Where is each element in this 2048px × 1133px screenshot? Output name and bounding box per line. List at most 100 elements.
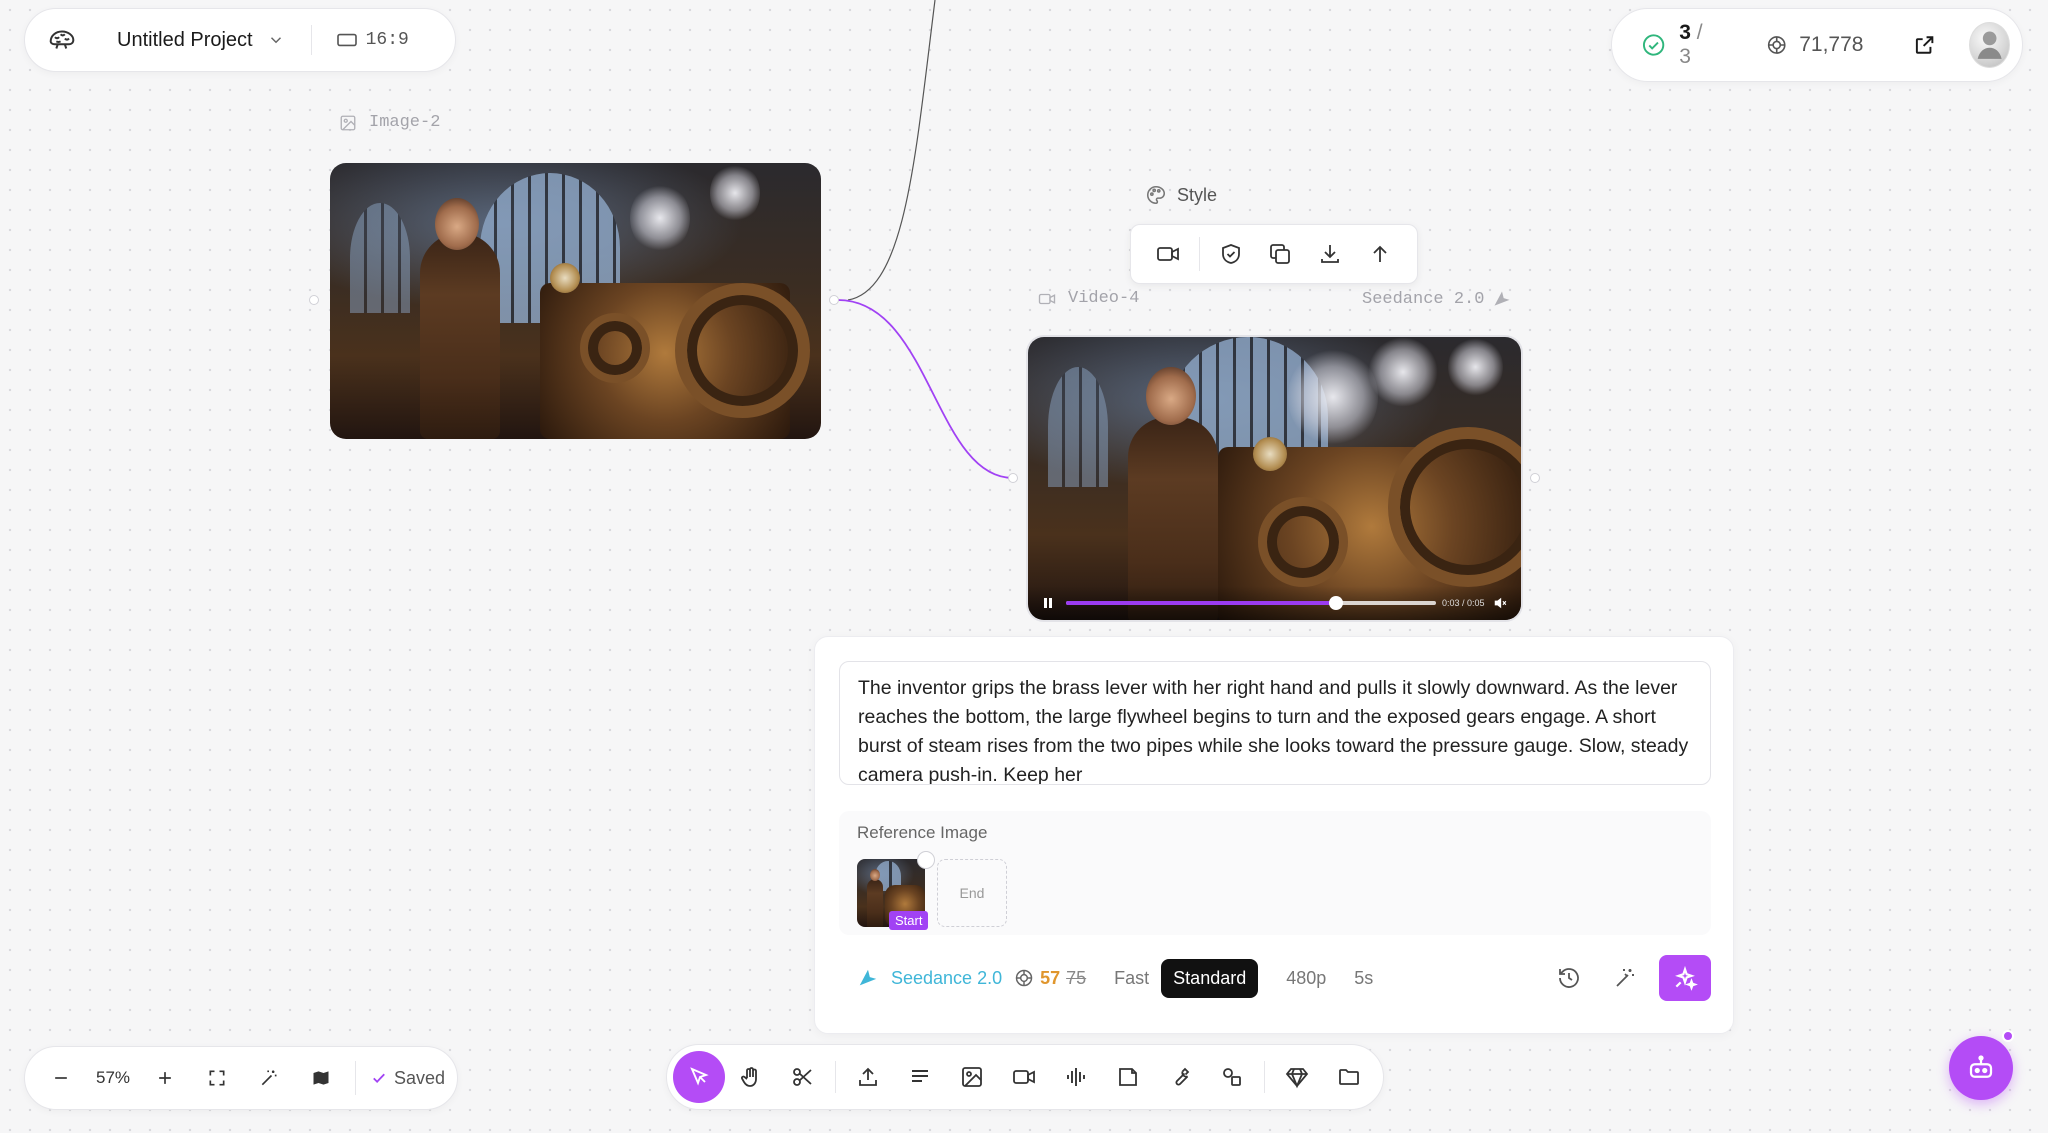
video-icon[interactable] (998, 1051, 1050, 1103)
copy-icon[interactable] (1256, 232, 1306, 276)
project-title[interactable]: Untitled Project (117, 29, 253, 52)
shapes-icon[interactable] (1206, 1051, 1258, 1103)
video-progress-bar[interactable] (1066, 596, 1436, 610)
assistant-button[interactable] (1949, 1036, 2013, 1100)
video-progress-knob[interactable] (1329, 596, 1344, 610)
history-icon[interactable] (1547, 956, 1591, 1000)
divider (1264, 1061, 1265, 1093)
zoom-out-icon[interactable] (35, 1056, 87, 1100)
image-node-thumbnail[interactable] (330, 163, 821, 439)
video-progress-fill (1066, 601, 1337, 605)
start-badge: Start (889, 911, 929, 930)
image-icon (339, 114, 357, 132)
main-toolbar (666, 1044, 1384, 1110)
image-node-label[interactable]: Image-2 (339, 113, 440, 132)
scissors-icon[interactable] (777, 1051, 829, 1103)
mute-icon[interactable] (1493, 596, 1507, 610)
robot-icon (1969, 1055, 1993, 1078)
tasks-total: 3 (1679, 45, 1691, 68)
project-bar: Untitled Project 16:9 (24, 8, 456, 72)
credits-icon (1766, 33, 1787, 57)
seedance-logo-icon (857, 967, 879, 989)
divider (310, 25, 312, 55)
style-label[interactable]: Style (1145, 184, 1217, 206)
wrench-icon[interactable] (1154, 1051, 1206, 1103)
zoom-level[interactable]: 57% (87, 1068, 139, 1088)
magic-wand-icon[interactable] (1603, 956, 1647, 1000)
video-node-player[interactable]: 0:03 / 0:05 (1026, 335, 1523, 622)
model-selector[interactable]: Seedance 2.0 (891, 968, 1002, 989)
brain-logo-icon[interactable] (45, 23, 79, 57)
video-icon[interactable] (1143, 232, 1193, 276)
steampunk-scene-video (1028, 337, 1521, 620)
video-model-name: Seedance 2.0 (1362, 289, 1485, 309)
remove-start-handle[interactable] (917, 851, 935, 869)
video-node-label[interactable]: Video-4 (1038, 289, 1139, 308)
folder-icon[interactable] (1323, 1051, 1375, 1103)
text-icon[interactable] (894, 1051, 946, 1103)
upstream-edge (847, 0, 936, 301)
shield-check-icon[interactable] (1206, 232, 1256, 276)
prompt-text: The inventor grips the brass lever with … (858, 677, 1689, 785)
video-output-port[interactable] (1530, 473, 1540, 483)
end-frame-slot[interactable]: End (937, 859, 1007, 927)
status-bar: 3 / 3 71,778 (1611, 8, 2023, 82)
video-node-model[interactable]: Seedance 2.0 (1362, 289, 1512, 309)
speed-standard-option[interactable]: Standard (1161, 958, 1259, 998)
reference-image-section: Reference Image Start End (839, 811, 1711, 935)
video-input-port[interactable] (1008, 473, 1018, 483)
image-input-port[interactable] (309, 295, 319, 305)
tasks-separator: / (1696, 21, 1703, 44)
connection-edge (837, 299, 1014, 479)
resolution-selector[interactable]: 480p (1286, 968, 1326, 989)
zoom-in-icon[interactable] (139, 1056, 191, 1100)
save-status: Saved (394, 1067, 446, 1088)
palette-icon (1145, 184, 1167, 206)
generation-cost: 57 (1040, 967, 1061, 988)
check-icon (370, 1069, 388, 1087)
chevron-down-icon[interactable] (267, 31, 285, 49)
aspect-ratio-value[interactable]: 16:9 (366, 30, 409, 50)
duration-selector[interactable]: 5s (1354, 968, 1373, 989)
arrow-up-icon[interactable] (1355, 232, 1405, 276)
generation-options: Seedance 2.0 57 75 Fast Standard 480p 5s (839, 955, 1711, 1001)
map-icon[interactable] (295, 1056, 347, 1100)
credits-balance[interactable]: 71,778 (1799, 33, 1863, 57)
hand-icon[interactable] (725, 1051, 777, 1103)
image-node-name: Image-2 (369, 113, 441, 132)
user-avatar[interactable] (1968, 22, 2010, 68)
upload-icon[interactable] (842, 1051, 894, 1103)
image-output-port[interactable] (829, 295, 839, 305)
speed-fast-option[interactable]: Fast (1114, 968, 1149, 989)
aspect-ratio-icon[interactable] (336, 31, 358, 49)
pause-icon[interactable] (1042, 597, 1054, 609)
steampunk-scene-image (330, 163, 821, 439)
original-cost: 75 (1066, 967, 1087, 988)
divider (1198, 237, 1200, 271)
seedance-logo-icon (1492, 289, 1512, 309)
magic-wand-icon[interactable] (243, 1056, 295, 1100)
generate-button[interactable] (1659, 955, 1711, 1001)
canvas-controls: 57% Saved (24, 1046, 458, 1110)
external-link-icon[interactable] (1913, 32, 1936, 58)
note-icon[interactable] (1102, 1051, 1154, 1103)
prompt-textarea[interactable]: The inventor grips the brass lever with … (839, 661, 1711, 785)
end-label: End (959, 885, 985, 901)
pointer-icon[interactable] (673, 1051, 725, 1103)
tasks-done: 3 (1679, 21, 1691, 44)
download-icon[interactable] (1305, 232, 1355, 276)
fit-screen-icon[interactable] (191, 1056, 243, 1100)
diamond-icon[interactable] (1271, 1051, 1323, 1103)
video-node-name: Video-4 (1068, 289, 1140, 308)
divider (835, 1061, 836, 1093)
style-text: Style (1177, 184, 1218, 205)
credits-icon (1014, 968, 1034, 988)
divider (355, 1061, 356, 1095)
task-counter[interactable]: 3 / 3 (1679, 21, 1716, 69)
video-controls: 0:03 / 0:05 (1028, 586, 1521, 620)
video-node-toolbar (1130, 224, 1418, 284)
audio-wave-icon[interactable] (1050, 1051, 1102, 1103)
prompt-panel: The inventor grips the brass lever with … (814, 636, 1734, 1034)
reference-image-label: Reference Image (857, 823, 988, 842)
image-icon[interactable] (946, 1051, 998, 1103)
